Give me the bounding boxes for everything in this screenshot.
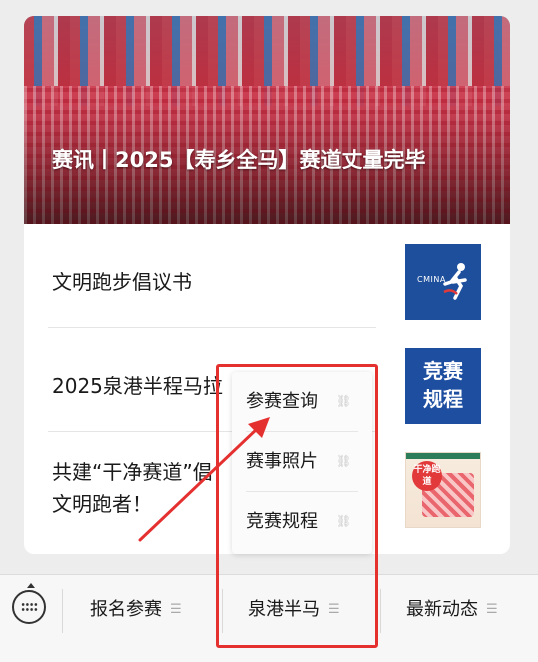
article-thumbnail: 竞赛 规程 <box>405 348 481 424</box>
menu-icon: ☰ <box>170 602 182 617</box>
keyboard-caret <box>27 583 35 588</box>
tab-divider <box>380 589 381 633</box>
tab-register[interactable]: 报名参赛 ☰ <box>90 595 182 625</box>
list-item[interactable]: 文明跑步倡议书 CMINA <box>24 224 510 328</box>
menu-icon: ☰ <box>486 602 498 617</box>
hero-article[interactable]: 赛讯丨2025【寿乡全马】赛道丈量完毕 <box>24 16 510 224</box>
thumbnail-band <box>406 453 480 459</box>
article-title: 2025泉港半程马拉 <box>52 374 223 398</box>
tab-label: 最新动态 <box>406 599 478 620</box>
thumbnail-text-line1: 竞赛 <box>423 359 463 383</box>
article-title-line1: 共建“干净赛道”倡 <box>52 460 213 484</box>
keyboard-icon[interactable] <box>12 583 46 624</box>
thumbnail-badge: 干净跑道 <box>412 461 442 491</box>
tab-label: 报名参赛 <box>90 599 162 620</box>
tab-latest-news[interactable]: 最新动态 ☰ <box>406 595 498 625</box>
article-title: 文明跑步倡议书 <box>52 270 192 294</box>
hero-title: 赛讯丨2025【寿乡全马】赛道丈量完毕 <box>52 148 426 172</box>
thumbnail-text-line2: 规程 <box>423 387 463 411</box>
tab-divider <box>62 589 63 633</box>
article-thumbnail: 干净跑道 <box>405 452 481 528</box>
annotation-highlight-box <box>216 364 378 648</box>
article-title-line2: 文明跑者！ <box>52 492 152 516</box>
keyboard-keys <box>21 602 38 612</box>
article-thumbnail: CMINA <box>405 244 481 320</box>
runner-icon <box>443 263 467 300</box>
